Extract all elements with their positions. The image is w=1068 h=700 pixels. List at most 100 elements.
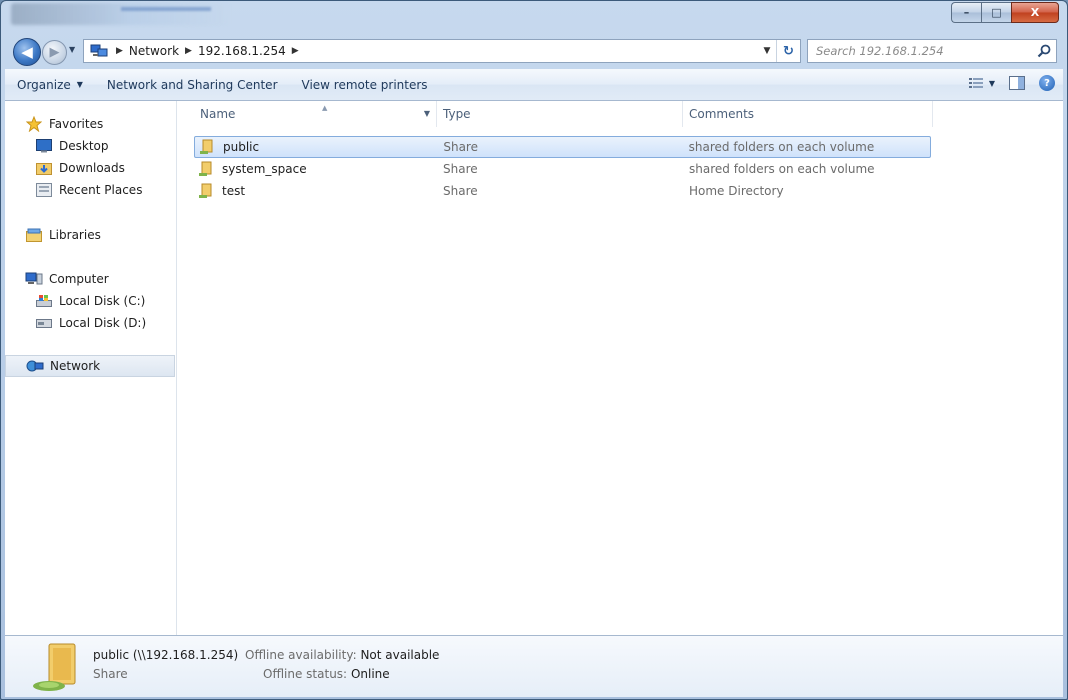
chevron-down-icon: ▼ bbox=[988, 78, 995, 88]
row-comment: shared folders on each volume bbox=[689, 162, 875, 176]
nav-computer[interactable]: Computer bbox=[5, 268, 177, 290]
details-pane: public (\\192.168.1.254) Share Offline a… bbox=[5, 635, 1063, 697]
forward-button[interactable]: ▶ bbox=[42, 40, 67, 65]
offline-availability-label: Offline availability: bbox=[245, 648, 357, 662]
downloads-folder-icon bbox=[35, 160, 53, 176]
table-row[interactable]: system_space Share shared folders on eac… bbox=[194, 158, 931, 180]
address-row: ◀ ▶ ▼ ▶ Network ▶ 192.168.1.254 ▶ ▼ ↻ Se… bbox=[1, 35, 1067, 67]
address-bar[interactable]: ▶ Network ▶ 192.168.1.254 ▶ ▼ ↻ bbox=[83, 39, 801, 63]
caption-buttons: – □ X bbox=[951, 2, 1059, 23]
nav-desktop[interactable]: Desktop bbox=[5, 135, 177, 157]
cell-name: public bbox=[195, 139, 437, 155]
address-dropdown-icon[interactable]: ▼ bbox=[760, 40, 774, 62]
column-type-label: Type bbox=[443, 107, 471, 121]
nav-downloads[interactable]: Downloads bbox=[5, 157, 177, 179]
cell-name: test bbox=[194, 183, 437, 199]
chevron-down-icon: ▼ bbox=[76, 80, 83, 89]
offline-status-value: Online bbox=[350, 667, 390, 681]
nav-network[interactable]: Network bbox=[5, 355, 175, 377]
offline-status-label: Offline status: bbox=[263, 667, 348, 681]
nav-network-label: Network bbox=[50, 359, 101, 373]
cell-name: system_space bbox=[194, 161, 437, 177]
nav-local-disk-c[interactable]: Local Disk (C:) bbox=[5, 290, 177, 312]
details-kind: Share bbox=[93, 667, 128, 681]
breadcrumb-network[interactable]: Network bbox=[129, 44, 179, 58]
search-input[interactable]: Search 192.168.1.254 bbox=[807, 39, 1057, 63]
network-icon bbox=[88, 43, 110, 59]
row-type: Share bbox=[443, 140, 478, 154]
refresh-button[interactable]: ↻ bbox=[776, 40, 800, 62]
libraries-icon bbox=[25, 227, 43, 243]
shared-folder-icon bbox=[199, 183, 212, 198]
network-icon bbox=[26, 358, 44, 374]
row-name: system_space bbox=[222, 162, 307, 176]
network-sharing-center-button[interactable]: Network and Sharing Center bbox=[95, 73, 290, 97]
row-name: public bbox=[223, 140, 260, 154]
back-arrow-icon: ◀ bbox=[21, 43, 33, 61]
breadcrumb-host[interactable]: 192.168.1.254 bbox=[198, 44, 286, 58]
maximize-button[interactable]: □ bbox=[981, 2, 1011, 23]
column-comments-label: Comments bbox=[689, 107, 755, 121]
table-row[interactable]: test Share Home Directory bbox=[194, 180, 931, 202]
nav-favorites[interactable]: Favorites bbox=[5, 113, 177, 135]
computer-icon bbox=[25, 271, 43, 287]
offline-availability-value: Not available bbox=[360, 648, 440, 662]
nav-recent-places[interactable]: Recent Places bbox=[5, 179, 177, 201]
column-name-label: Name bbox=[200, 107, 236, 121]
view-details-icon bbox=[968, 78, 983, 88]
breadcrumb-separator-icon[interactable]: ▶ bbox=[292, 46, 299, 56]
offline-status: Offline status: Online bbox=[263, 667, 390, 681]
row-type: Share bbox=[443, 162, 478, 176]
row-name: test bbox=[222, 184, 246, 198]
change-view-button[interactable]: ▼ bbox=[968, 77, 995, 89]
vertical-scrollbar[interactable] bbox=[1049, 101, 1063, 635]
nav-favorites-label: Favorites bbox=[49, 117, 104, 131]
nav-local-disk-c-label: Local Disk (C:) bbox=[59, 294, 146, 308]
nav-recent-places-label: Recent Places bbox=[59, 183, 143, 197]
content-area: Favorites Desktop Downloads Recent Place… bbox=[5, 101, 1063, 635]
file-list-pane: Name ▲ ▼ Type Comments public Share shar… bbox=[178, 101, 1063, 635]
nav-libraries[interactable]: Libraries bbox=[5, 224, 177, 246]
column-header-row: Name ▲ ▼ Type Comments bbox=[178, 101, 1063, 127]
system-drive-icon bbox=[35, 293, 53, 309]
minimize-button[interactable]: – bbox=[951, 2, 981, 23]
help-icon[interactable]: ? bbox=[1039, 75, 1055, 91]
row-comment: shared folders on each volume bbox=[688, 140, 875, 154]
nav-libraries-label: Libraries bbox=[49, 228, 101, 242]
shared-folder-icon bbox=[199, 161, 212, 176]
navigation-pane: Favorites Desktop Downloads Recent Place… bbox=[5, 101, 177, 635]
star-icon bbox=[25, 116, 43, 132]
column-header-comments[interactable]: Comments bbox=[683, 101, 933, 127]
nav-local-disk-d-label: Local Disk (D:) bbox=[59, 316, 147, 330]
forward-arrow-icon: ▶ bbox=[49, 45, 60, 60]
row-type: Share bbox=[443, 184, 478, 198]
organize-label: Organize bbox=[17, 77, 71, 92]
blurred-title-accent bbox=[121, 7, 211, 11]
search-placeholder: Search 192.168.1.254 bbox=[816, 44, 944, 58]
search-icon[interactable] bbox=[1036, 43, 1052, 59]
sort-ascending-icon: ▲ bbox=[322, 104, 328, 112]
column-header-type[interactable]: Type bbox=[437, 101, 683, 127]
preview-pane-icon[interactable] bbox=[1009, 76, 1025, 90]
desktop-icon bbox=[35, 138, 53, 154]
view-controls: ▼ ? bbox=[968, 75, 1055, 91]
organize-menu[interactable]: Organize ▼ bbox=[5, 73, 95, 97]
recent-pages-dropdown[interactable]: ▼ bbox=[69, 45, 79, 55]
chevron-down-icon[interactable]: ▼ bbox=[424, 109, 430, 118]
breadcrumb-separator-icon[interactable]: ▶ bbox=[185, 46, 192, 56]
back-button[interactable]: ◀ bbox=[13, 38, 41, 66]
close-button[interactable]: X bbox=[1011, 2, 1059, 23]
recent-places-icon bbox=[35, 182, 53, 198]
table-row[interactable]: public Share shared folders on each volu… bbox=[194, 136, 931, 158]
nav-computer-label: Computer bbox=[49, 272, 109, 286]
nav-local-disk-d[interactable]: Local Disk (D:) bbox=[5, 312, 177, 334]
command-bar: Organize ▼ Network and Sharing Center Vi… bbox=[5, 69, 1063, 101]
details-title: public (\\192.168.1.254) bbox=[93, 648, 239, 662]
view-remote-printers-button[interactable]: View remote printers bbox=[290, 73, 440, 97]
nav-desktop-label: Desktop bbox=[59, 139, 109, 153]
breadcrumb-separator-icon[interactable]: ▶ bbox=[116, 46, 123, 56]
title-bar[interactable]: – □ X bbox=[1, 1, 1067, 33]
column-header-name[interactable]: Name ▲ ▼ bbox=[194, 101, 437, 127]
shared-folder-icon bbox=[200, 139, 213, 154]
drive-icon bbox=[35, 315, 53, 331]
